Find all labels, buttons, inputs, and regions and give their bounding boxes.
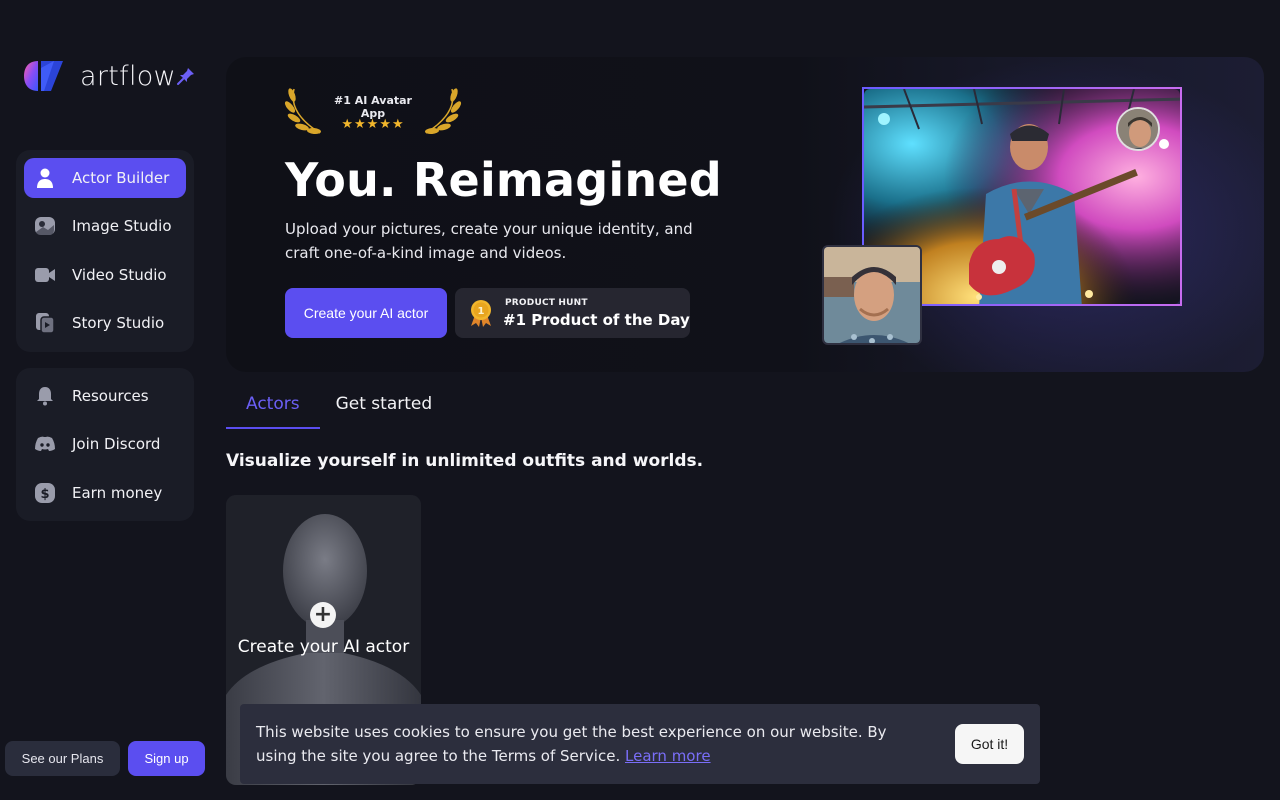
cookie-message: This website uses cookies to ensure you …: [256, 720, 896, 768]
sidebar-primary-nav: Actor Builder Image Studio Video Studio …: [16, 150, 194, 352]
sidebar-item-label: Image Studio: [72, 217, 172, 236]
award-badge: #1 AI Avatar App ★★★★★: [284, 83, 462, 139]
product-hunt-title: #1 Product of the Day: [503, 311, 690, 329]
hero-banner: #1 AI Avatar App ★★★★★ You. Reimagined U…: [226, 57, 1264, 372]
see-plans-button[interactable]: See our Plans: [5, 741, 120, 776]
sidebar-item-story-studio[interactable]: Story Studio: [24, 303, 186, 343]
brand-logo[interactable]: artflow: [24, 60, 176, 92]
product-hunt-badge[interactable]: 1 PRODUCT HUNT #1 Product of the Day: [455, 288, 690, 338]
sidebar-item-label: Actor Builder: [72, 169, 170, 187]
discord-icon: [34, 433, 56, 455]
avatar: [1116, 107, 1160, 151]
bell-icon: [34, 385, 56, 407]
create-ai-actor-button[interactable]: Create your AI actor: [285, 288, 447, 338]
image-studio-icon: [34, 215, 56, 237]
got-it-button[interactable]: Got it!: [955, 724, 1024, 764]
sidebar-item-label: Earn money: [72, 483, 163, 502]
content-tabs: Actors Get started: [226, 386, 452, 429]
sidebar-item-resources[interactable]: Resources: [24, 376, 186, 416]
sidebar-item-video-studio[interactable]: Video Studio: [24, 255, 186, 295]
star-rating-icon: ★★★★★: [341, 117, 405, 132]
sign-up-button[interactable]: Sign up: [128, 741, 205, 776]
section-title: Visualize yourself in unlimited outfits …: [226, 451, 704, 471]
story-icon: [34, 312, 56, 334]
tab-actors[interactable]: Actors: [226, 386, 320, 429]
tab-get-started[interactable]: Get started: [320, 386, 453, 429]
sidebar-item-earn-money[interactable]: $ Earn money: [24, 473, 186, 513]
learn-more-link[interactable]: Learn more: [625, 747, 711, 765]
sidebar-item-label: Video Studio: [72, 265, 167, 284]
artflow-logo-icon: [24, 60, 64, 92]
hero-title: You. Reimagined: [285, 153, 722, 207]
create-actor-label: Create your AI actor: [237, 637, 410, 657]
svg-text:1: 1: [478, 306, 485, 317]
medal-icon: 1: [469, 299, 493, 327]
sidebar-item-join-discord[interactable]: Join Discord: [24, 424, 186, 464]
cookie-banner: This website uses cookies to ensure you …: [240, 704, 1040, 784]
sidebar-item-actor-builder[interactable]: Actor Builder: [24, 158, 186, 198]
portrait-image: [822, 245, 922, 345]
sidebar-item-label: Resources: [72, 387, 149, 405]
video-camera-icon: [34, 264, 56, 286]
sidebar-secondary-nav: Resources Join Discord $ Earn money: [16, 368, 194, 521]
plus-icon: +: [310, 602, 336, 628]
hero-subtitle: Upload your pictures, create your unique…: [285, 220, 693, 262]
cookie-text: This website uses cookies to ensure you …: [256, 723, 887, 765]
brand-name: artflow: [80, 60, 176, 92]
sidebar-item-label: Story Studio: [72, 313, 165, 332]
svg-text:$: $: [40, 487, 49, 502]
pin-icon[interactable]: [176, 66, 196, 86]
dollar-icon: $: [34, 482, 56, 504]
person-icon: [34, 167, 56, 189]
product-hunt-label: PRODUCT HUNT: [505, 298, 588, 308]
sidebar-item-label: Join Discord: [72, 435, 161, 454]
sidebar-item-image-studio[interactable]: Image Studio: [24, 206, 186, 246]
